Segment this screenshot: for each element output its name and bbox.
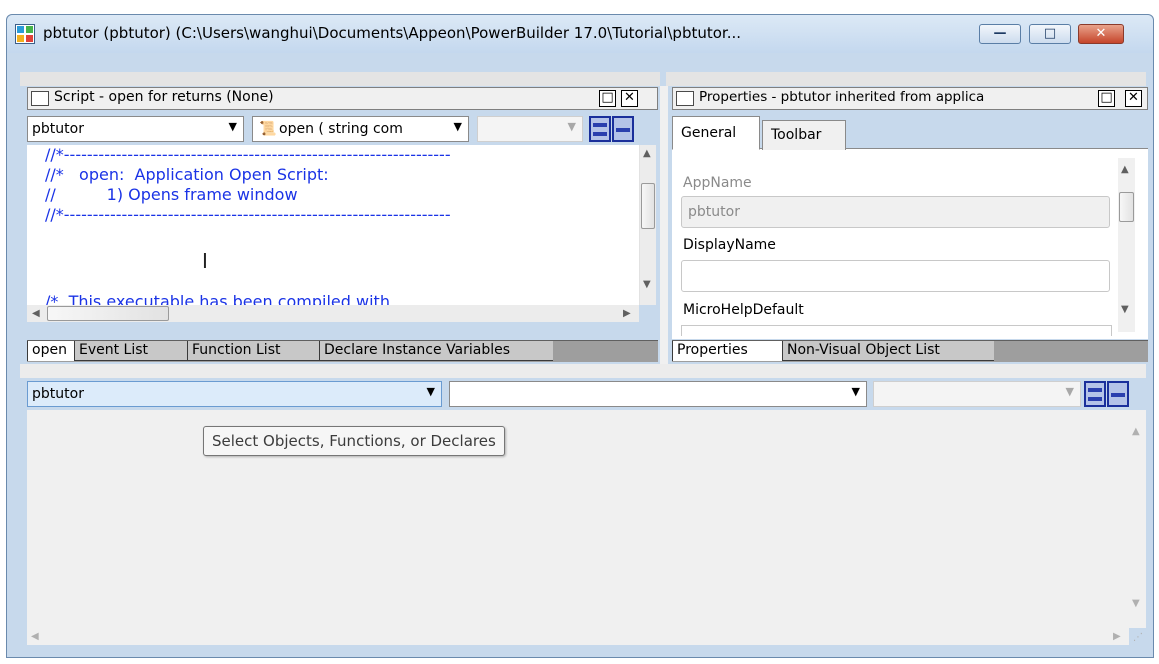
- scroll-left-icon[interactable]: ◀: [32, 308, 40, 319]
- properties-pin-icon[interactable]: [676, 91, 694, 106]
- appname-value: pbtutor: [688, 204, 740, 220]
- dropdown-arrow-icon: ▼: [1065, 385, 1074, 398]
- script-object-combo-value: pbtutor: [32, 121, 84, 137]
- dropdown-arrow-icon: ▼: [426, 385, 435, 398]
- script-icon: 📜: [259, 121, 277, 137]
- properties-vscroll-thumb[interactable]: [1119, 192, 1134, 222]
- properties-pane-title: Properties - pbtutor inherited from appl…: [672, 87, 1148, 110]
- properties-tab-strip: Properties Non-Visual Object List: [672, 340, 1148, 362]
- close-button[interactable]: ✕: [1078, 24, 1124, 44]
- code-line: /* This executable has been compiled wit…: [45, 292, 390, 305]
- vertical-splitter[interactable]: [660, 86, 668, 364]
- properties-pane-title-text: Properties - pbtutor inherited from appl…: [699, 89, 985, 105]
- split-vertical-button[interactable]: [612, 116, 634, 142]
- tab-non-visual-object-list[interactable]: Non-Visual Object List: [782, 341, 994, 361]
- microhelpdefault-label: MicroHelpDefault: [683, 302, 804, 318]
- code-line: //*-------------------------------------…: [45, 205, 451, 224]
- lower-third-combo[interactable]: ▼: [873, 381, 1081, 407]
- dropdown-arrow-icon: ▼: [567, 120, 576, 133]
- tab-event-list[interactable]: Event List: [74, 341, 187, 361]
- scroll-right-icon[interactable]: ▶: [1113, 631, 1121, 642]
- title-bar[interactable]: pbtutor (pbtutor) (C:\Users\wanghui\Docu…: [7, 15, 1153, 53]
- scroll-up-icon[interactable]: ▲: [1132, 426, 1140, 437]
- lower-event-combo[interactable]: ▼: [449, 381, 867, 407]
- lower-script-editor[interactable]: [27, 410, 1129, 628]
- close-icon: ✕: [1095, 26, 1107, 41]
- scroll-down-icon[interactable]: ▼: [1132, 598, 1140, 609]
- tab-open[interactable]: open: [27, 341, 74, 361]
- window-title: pbtutor (pbtutor) (C:\Users\wanghui\Docu…: [43, 24, 742, 42]
- scroll-left-icon[interactable]: ◀: [31, 631, 39, 642]
- dropdown-arrow-icon: ▼: [228, 120, 237, 133]
- appname-label: AppName: [683, 175, 752, 191]
- script-pane-title: Script - open for returns (None) □ ✕: [27, 87, 658, 110]
- scroll-down-icon[interactable]: ▼: [643, 279, 651, 290]
- lower-object-combo-value: pbtutor: [32, 386, 84, 402]
- script-event-combo[interactable]: 📜 open ( string com ▼: [252, 116, 469, 142]
- tab-general-label: General: [681, 125, 737, 141]
- app-icon: [15, 24, 35, 44]
- minimize-button[interactable]: —: [979, 24, 1021, 44]
- code-line: // 1) Opens frame window: [45, 185, 298, 204]
- lower-vertical-scrollbar[interactable]: ▲ ▼: [1129, 410, 1146, 628]
- tab-properties[interactable]: Properties: [672, 341, 782, 361]
- code-line: //* open: Application Open Script:: [45, 165, 329, 184]
- lower-horizontal-scrollbar[interactable]: ◀ ▶: [27, 628, 1129, 645]
- script-vertical-scrollbar[interactable]: ▲ ▼: [639, 145, 656, 305]
- script-pin-icon[interactable]: [31, 91, 49, 106]
- maximize-button[interactable]: □: [1029, 24, 1071, 44]
- script-pane-title-text: Script - open for returns (None): [54, 89, 274, 105]
- tab-declare-instance-variables[interactable]: Declare Instance Variables: [319, 341, 553, 361]
- lower-split-vertical-button[interactable]: [1107, 381, 1129, 407]
- lower-object-combo[interactable]: pbtutor ▼: [27, 381, 442, 407]
- text-cursor-icon: I: [202, 249, 208, 273]
- script-hscroll-thumb[interactable]: [47, 306, 169, 321]
- middle-splitter[interactable]: [20, 364, 1146, 378]
- dropdown-arrow-icon: ▼: [851, 385, 860, 398]
- objects-tooltip: Select Objects, Functions, or Declares: [203, 426, 505, 456]
- scroll-up-icon[interactable]: ▲: [1121, 164, 1129, 175]
- script-editor[interactable]: //*-------------------------------------…: [27, 145, 639, 305]
- minimize-icon: —: [993, 26, 1007, 41]
- lower-split-horizontal-button[interactable]: [1084, 381, 1106, 407]
- microhelpdefault-field[interactable]: [681, 325, 1112, 336]
- script-vscroll-thumb[interactable]: [641, 183, 655, 229]
- split-horizontal-button[interactable]: [589, 116, 611, 142]
- maximize-icon: □: [1043, 26, 1057, 41]
- dropdown-arrow-icon: ▼: [453, 120, 462, 133]
- scroll-down-icon[interactable]: ▼: [1121, 304, 1129, 315]
- displayname-field[interactable]: [681, 260, 1110, 292]
- scroll-right-icon[interactable]: ▶: [623, 308, 631, 319]
- script-maximize-button[interactable]: □: [599, 90, 616, 107]
- script-third-combo[interactable]: ▼: [477, 116, 583, 142]
- script-object-combo[interactable]: pbtutor ▼: [27, 116, 244, 142]
- properties-vertical-scrollbar[interactable]: ▲ ▼: [1118, 158, 1135, 332]
- script-event-combo-value: open ( string com: [279, 121, 403, 137]
- tab-function-list[interactable]: Function List: [187, 341, 319, 361]
- script-horizontal-scrollbar[interactable]: ◀ ▶: [27, 305, 639, 322]
- script-close-button[interactable]: ✕: [621, 90, 638, 107]
- appname-field: pbtutor: [681, 196, 1110, 228]
- displayname-label: DisplayName: [683, 237, 776, 253]
- properties-maximize-button[interactable]: □: [1098, 90, 1115, 107]
- top-splitter-right[interactable]: [666, 72, 1146, 86]
- tab-general[interactable]: General: [672, 116, 760, 150]
- properties-close-button[interactable]: ✕: [1125, 90, 1142, 107]
- code-line: //*-------------------------------------…: [45, 145, 451, 164]
- resize-grip-icon[interactable]: ⋰: [1133, 632, 1143, 643]
- script-tab-strip: open Event List Function List Declare In…: [27, 340, 658, 362]
- tab-toolbar-label: Toolbar: [771, 127, 822, 143]
- scroll-up-icon[interactable]: ▲: [643, 148, 651, 159]
- tab-toolbar[interactable]: Toolbar: [762, 120, 846, 150]
- top-splitter-left[interactable]: [20, 72, 660, 86]
